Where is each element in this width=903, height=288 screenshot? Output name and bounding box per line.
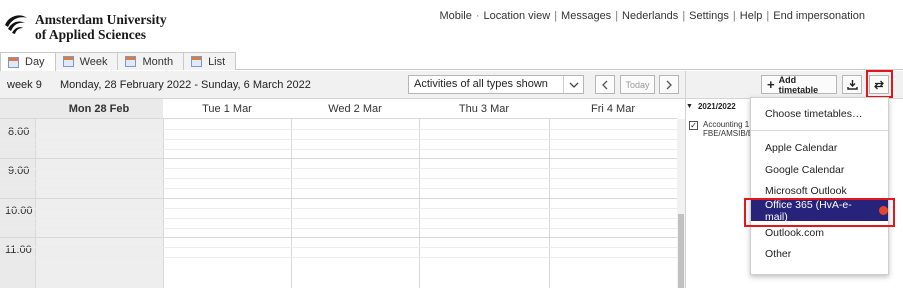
grid-line xyxy=(0,237,677,238)
grid-line xyxy=(0,198,677,199)
day-header-mon: Mon 28 Feb xyxy=(35,99,163,119)
academic-year-label: 2021/2022 xyxy=(697,102,736,111)
grid-line xyxy=(0,149,677,150)
calendar-scrollbar[interactable] xyxy=(677,119,685,288)
activity-filter-select[interactable]: Activities of all types shown xyxy=(408,75,584,94)
time-label-11: 11:00 xyxy=(5,244,32,256)
link-settings[interactable]: Settings xyxy=(689,10,729,22)
week-calendar-grid: Mon 28 Feb Tue 1 Mar Wed 2 Mar Thu 3 Mar… xyxy=(0,99,685,288)
university-logo-icon xyxy=(5,15,27,34)
triangle-down-icon: ▼ xyxy=(686,103,693,110)
tab-month-label: Month xyxy=(142,55,174,68)
menu-item-microsoft-outlook[interactable]: Microsoft Outlook xyxy=(765,185,847,197)
tab-week[interactable]: Week xyxy=(54,52,119,70)
add-timetable-label: Add timetable xyxy=(778,74,819,95)
link-messages[interactable]: Messages xyxy=(561,10,611,22)
week-number: week 9 xyxy=(7,79,42,91)
time-label-10: 10:00 xyxy=(5,205,33,217)
chevron-right-icon xyxy=(666,80,672,89)
list-icon xyxy=(191,56,203,67)
calendar-toolbar: week 9 Monday, 28 February 2022 - Sunday… xyxy=(0,71,685,99)
grid-line xyxy=(0,247,677,248)
day-column-wed[interactable] xyxy=(291,119,419,288)
timetable-checkbox[interactable]: ✓ xyxy=(689,121,698,130)
day-header-tue: Tue 1 Mar xyxy=(163,99,291,119)
grid-line xyxy=(0,228,677,229)
tab-day[interactable]: Day xyxy=(0,52,56,71)
activity-filter-value: Activities of all types shown xyxy=(414,78,548,90)
grid-line xyxy=(0,257,677,258)
day-header-thu: Thu 3 Mar xyxy=(419,99,549,119)
day-header-fri: Fri 4 Mar xyxy=(549,99,677,119)
menu-item-apple-calendar[interactable]: Apple Calendar xyxy=(765,142,837,154)
scrollbar-thumb[interactable] xyxy=(678,214,684,288)
view-tabs: Day Week Month List xyxy=(0,52,903,71)
sync-calendar-dropdown: Choose timetables… Apple Calendar Google… xyxy=(750,97,889,275)
today-button[interactable]: Today xyxy=(620,75,655,94)
previous-week-button[interactable] xyxy=(595,75,615,94)
grid-line xyxy=(0,178,677,179)
tab-month[interactable]: Month xyxy=(117,52,185,70)
logo-line-1: Amsterdam University xyxy=(35,12,167,27)
grid-line xyxy=(0,168,677,169)
menu-item-other[interactable]: Other xyxy=(765,248,791,260)
plus-icon: + xyxy=(767,77,775,92)
tab-day-label: Day xyxy=(25,56,45,68)
download-icon xyxy=(846,80,858,90)
timetable-name-line-1: Accounting 1 xyxy=(703,120,750,129)
timetable-name: Accounting 1 FBE/AMSIB/E xyxy=(703,120,753,138)
calendar-icon xyxy=(62,56,74,67)
link-separator: | xyxy=(554,10,558,22)
time-header-corner xyxy=(0,99,35,119)
sync-button-highlight xyxy=(866,70,893,98)
academic-year-toggle[interactable]: ▼ 2021/2022 xyxy=(686,102,736,111)
chevron-down-icon xyxy=(563,76,583,93)
logo-text: Amsterdam University of Applied Sciences xyxy=(35,12,167,42)
university-logo[interactable]: Amsterdam University of Applied Sciences xyxy=(3,12,167,42)
office-365-highlight xyxy=(744,198,895,227)
day-column-tue[interactable] xyxy=(163,119,291,288)
link-help[interactable]: Help xyxy=(740,10,763,22)
link-end-impersonation[interactable]: End impersonation xyxy=(773,10,865,22)
grid-line xyxy=(0,139,677,140)
day-column-thu[interactable] xyxy=(419,119,549,288)
time-column: 8:00 9:00 10:00 11:00 xyxy=(0,119,35,288)
day-column-mon[interactable] xyxy=(35,119,163,288)
time-label-9: 9:00 xyxy=(8,165,30,177)
link-separator: | xyxy=(732,10,736,22)
link-separator: | xyxy=(615,10,619,22)
timetable-name-line-2: FBE/AMSIB/E xyxy=(703,129,754,138)
grid-line xyxy=(0,129,677,130)
link-separator: | xyxy=(682,10,686,22)
link-mobile[interactable]: Mobile xyxy=(439,10,471,22)
date-range: Monday, 28 February 2022 - Sunday, 6 Mar… xyxy=(60,79,311,91)
link-separator: | xyxy=(766,10,770,22)
top-links: Mobile · Location view | Messages | Nede… xyxy=(439,10,865,22)
link-location-view[interactable]: Location view xyxy=(484,10,551,22)
menu-item-choose-timetables[interactable]: Choose timetables… xyxy=(765,108,862,120)
calendar-icon xyxy=(125,56,137,67)
time-label-8: 8:00 xyxy=(8,126,30,138)
add-timetable-button[interactable]: + Add timetable xyxy=(761,74,837,95)
grid-line xyxy=(0,158,677,159)
menu-divider xyxy=(751,130,888,131)
day-column-fri[interactable] xyxy=(549,119,677,288)
app-root: Amsterdam University of Applied Sciences… xyxy=(0,0,903,288)
logo-line-2: of Applied Sciences xyxy=(35,26,147,42)
day-header-wed: Wed 2 Mar xyxy=(291,99,419,119)
download-button[interactable] xyxy=(842,75,862,94)
tab-list-label: List xyxy=(208,55,226,68)
tab-list[interactable]: List xyxy=(183,52,237,70)
link-nederlands[interactable]: Nederlands xyxy=(622,10,678,22)
grid-line xyxy=(0,218,677,219)
tab-week-label: Week xyxy=(79,55,108,68)
chevron-left-icon xyxy=(602,80,608,89)
calendar-icon xyxy=(8,56,19,68)
next-week-button[interactable] xyxy=(659,75,679,94)
menu-item-outlook-com[interactable]: Outlook.com xyxy=(765,227,824,239)
grid-line xyxy=(0,208,677,209)
menu-item-google-calendar[interactable]: Google Calendar xyxy=(765,164,844,176)
grid-line xyxy=(0,188,677,189)
link-separator: · xyxy=(475,10,480,22)
